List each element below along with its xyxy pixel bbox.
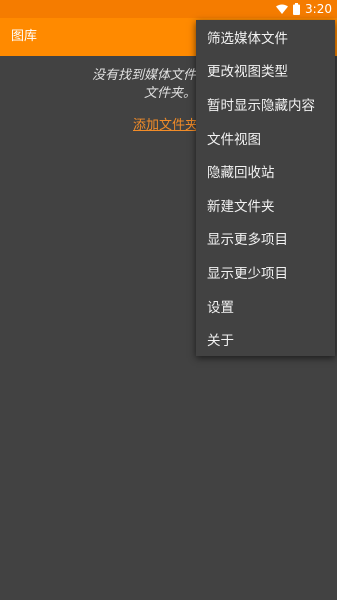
app-title: 图库 <box>11 29 38 44</box>
menu-item-folder-view[interactable]: 文件视图 <box>196 121 335 155</box>
menu-item-change-view-type[interactable]: 更改视图类型 <box>196 54 335 88</box>
menu-item-new-folder[interactable]: 新建文件夹 <box>196 188 335 222</box>
menu-item-show-more-items[interactable]: 显示更多项目 <box>196 222 335 256</box>
menu-item-show-fewer-items[interactable]: 显示更少项目 <box>196 255 335 289</box>
menu-item-filter-media[interactable]: 筛选媒体文件 <box>196 20 335 54</box>
status-icons: 3:20 <box>276 1 332 17</box>
menu-item-hide-recycle-bin[interactable]: 隐藏回收站 <box>196 154 335 188</box>
menu-item-temporarily-show-hidden[interactable]: 暂时显示隐藏内容 <box>196 87 335 121</box>
overflow-menu: 筛选媒体文件 更改视图类型 暂时显示隐藏内容 文件视图 隐藏回收站 新建文件夹 … <box>196 20 335 356</box>
battery-icon <box>293 3 301 15</box>
status-bar: 3:20 <box>0 0 337 18</box>
menu-item-settings[interactable]: 设置 <box>196 289 335 323</box>
wifi-icon <box>276 4 289 14</box>
add-folder-link[interactable]: 添加文件夹 <box>133 117 198 135</box>
menu-item-about[interactable]: 关于 <box>196 322 335 356</box>
status-time: 3:20 <box>305 2 332 16</box>
